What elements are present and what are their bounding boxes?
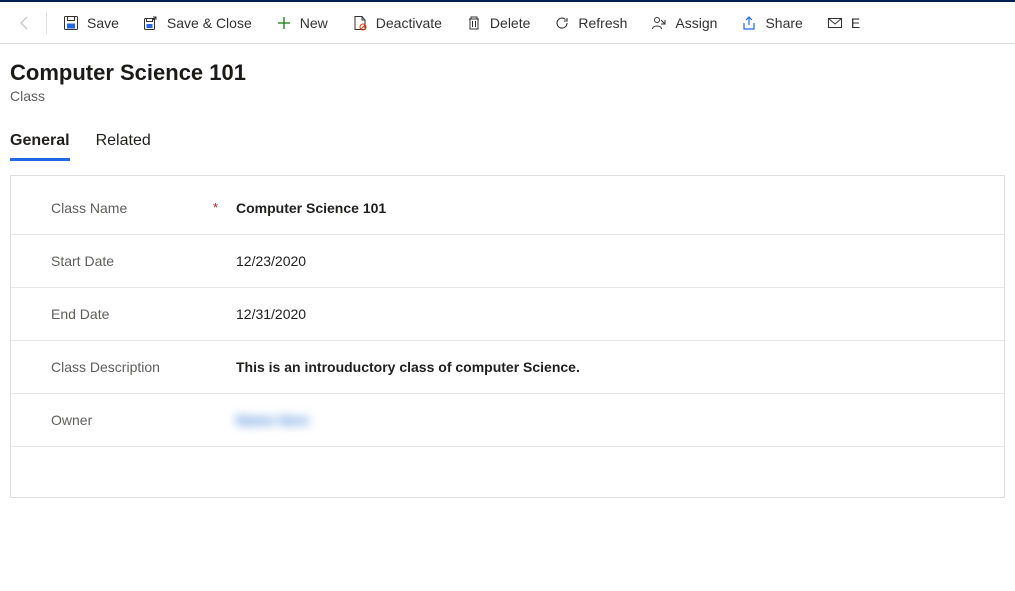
new-button[interactable]: New — [264, 9, 340, 37]
save-close-icon — [143, 15, 159, 31]
page-title: Computer Science 101 — [10, 60, 1005, 86]
deactivate-button[interactable]: Deactivate — [340, 9, 454, 37]
owner-value: Name Here — [236, 412, 309, 428]
start-date-label: Start Date — [51, 253, 114, 269]
class-name-value: Computer Science 101 — [236, 200, 386, 216]
deactivate-label: Deactivate — [376, 15, 442, 31]
tab-general[interactable]: General — [10, 126, 70, 161]
class-name-label: Class Name — [51, 200, 127, 216]
end-date-value: 12/31/2020 — [236, 306, 306, 322]
description-value: This is an introuductory class of comput… — [236, 359, 580, 375]
description-label: Class Description — [51, 359, 160, 375]
save-close-label: Save & Close — [167, 15, 252, 31]
assign-label: Assign — [675, 15, 717, 31]
trash-icon — [466, 15, 482, 31]
email-icon — [827, 15, 843, 31]
delete-label: Delete — [490, 15, 530, 31]
class-name-row[interactable]: Class Name * Computer Science 101 — [11, 182, 1004, 235]
save-label: Save — [87, 15, 119, 31]
share-label: Share — [765, 15, 802, 31]
email-label: E — [851, 15, 860, 31]
start-date-row[interactable]: Start Date * 12/23/2020 — [11, 235, 1004, 288]
email-button[interactable]: E — [815, 9, 860, 37]
save-icon — [63, 15, 79, 31]
new-label: New — [300, 15, 328, 31]
entity-type-label: Class — [10, 88, 1005, 104]
assign-icon — [651, 15, 667, 31]
deactivate-icon — [352, 15, 368, 31]
save-close-button[interactable]: Save & Close — [131, 9, 264, 37]
refresh-icon — [554, 15, 570, 31]
form-section: Class Name * Computer Science 101 Start … — [10, 175, 1005, 498]
start-date-value: 12/23/2020 — [236, 253, 306, 269]
command-bar: Save Save & Close New Deactivate Delete … — [0, 2, 1015, 44]
back-arrow-icon — [16, 15, 32, 31]
toolbar-divider — [46, 12, 47, 34]
delete-button[interactable]: Delete — [454, 9, 542, 37]
owner-row[interactable]: Owner * Name Here — [11, 394, 1004, 447]
tab-related[interactable]: Related — [96, 126, 151, 161]
refresh-label: Refresh — [578, 15, 627, 31]
plus-icon — [276, 15, 292, 31]
share-icon — [741, 15, 757, 31]
back-button[interactable] — [6, 3, 42, 43]
assign-button[interactable]: Assign — [639, 9, 729, 37]
owner-label: Owner — [51, 412, 92, 428]
end-date-row[interactable]: End Date * 12/31/2020 — [11, 288, 1004, 341]
share-button[interactable]: Share — [729, 9, 814, 37]
end-date-label: End Date — [51, 306, 109, 322]
required-indicator: * — [213, 200, 218, 215]
refresh-button[interactable]: Refresh — [542, 9, 639, 37]
tab-bar: General Related — [10, 126, 1005, 161]
save-button[interactable]: Save — [51, 9, 131, 37]
description-row[interactable]: Class Description * This is an introuduc… — [11, 341, 1004, 394]
